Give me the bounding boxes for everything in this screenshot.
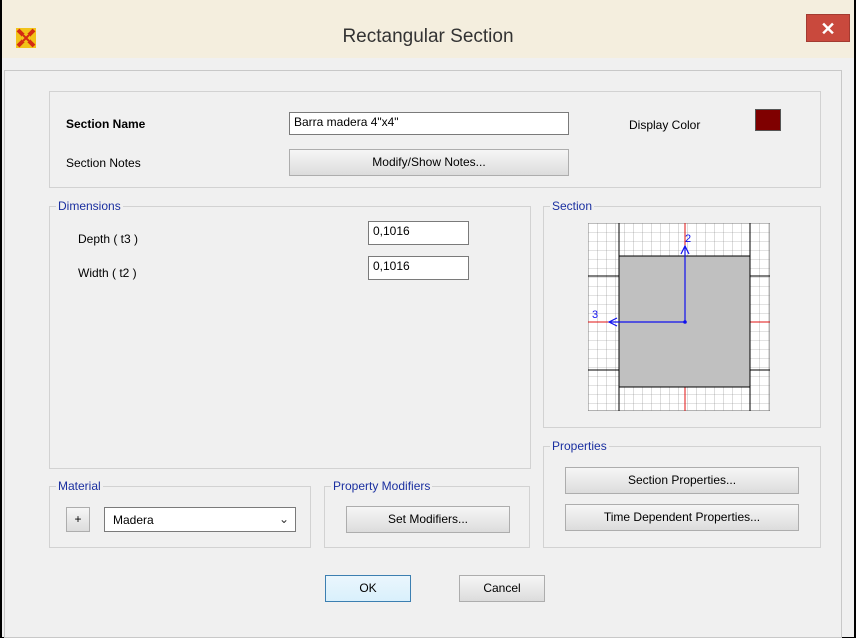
material-legend: Material (56, 479, 103, 493)
dialog-body: Section Name Barra madera 4"x4" Display … (2, 58, 854, 638)
window-title: Rectangular Section (342, 26, 514, 47)
property-modifiers-legend: Property Modifiers (331, 479, 433, 493)
title-bar[interactable]: Rectangular Section ✕ (2, 0, 854, 58)
width-input[interactable]: 0,1016 (368, 256, 469, 280)
material-selected-value: Madera (113, 513, 154, 527)
dimensions-legend: Dimensions (56, 199, 123, 213)
properties-group: Properties (543, 439, 821, 548)
display-color-swatch[interactable] (755, 109, 781, 131)
rectangular-section-dialog: Rectangular Section ✕ Section Name Barra… (2, 0, 854, 638)
section-centroid (683, 320, 687, 324)
width-label: Width ( t2 ) (78, 266, 137, 280)
time-dependent-properties-button[interactable]: Time Dependent Properties... (565, 504, 799, 531)
section-name-input[interactable]: Barra madera 4"x4" (289, 112, 569, 135)
section-notes-label: Section Notes (66, 156, 141, 170)
properties-legend: Properties (550, 439, 609, 453)
ok-button[interactable]: OK (325, 575, 411, 602)
chevron-down-icon: ⌄ (278, 512, 289, 526)
depth-label: Depth ( t3 ) (78, 232, 139, 246)
section-name-label: Section Name (66, 117, 146, 131)
axis-3-label: 3 (592, 309, 598, 321)
set-modifiers-button[interactable]: Set Modifiers... (346, 506, 510, 533)
section-preview-canvas: 2 3 (588, 223, 770, 411)
material-select[interactable]: Madera ⌄ (104, 507, 296, 532)
axis-2-label: 2 (685, 233, 691, 245)
modify-show-notes-button[interactable]: Modify/Show Notes... (289, 149, 569, 176)
close-button[interactable]: ✕ (806, 14, 850, 42)
add-material-button[interactable]: + (66, 507, 90, 532)
display-color-label: Display Color (629, 118, 701, 132)
depth-input[interactable]: 0,1016 (368, 221, 469, 245)
section-legend: Section (550, 199, 595, 213)
cancel-button[interactable]: Cancel (459, 575, 545, 602)
section-properties-button[interactable]: Section Properties... (565, 467, 799, 494)
close-icon: ✕ (820, 19, 836, 39)
